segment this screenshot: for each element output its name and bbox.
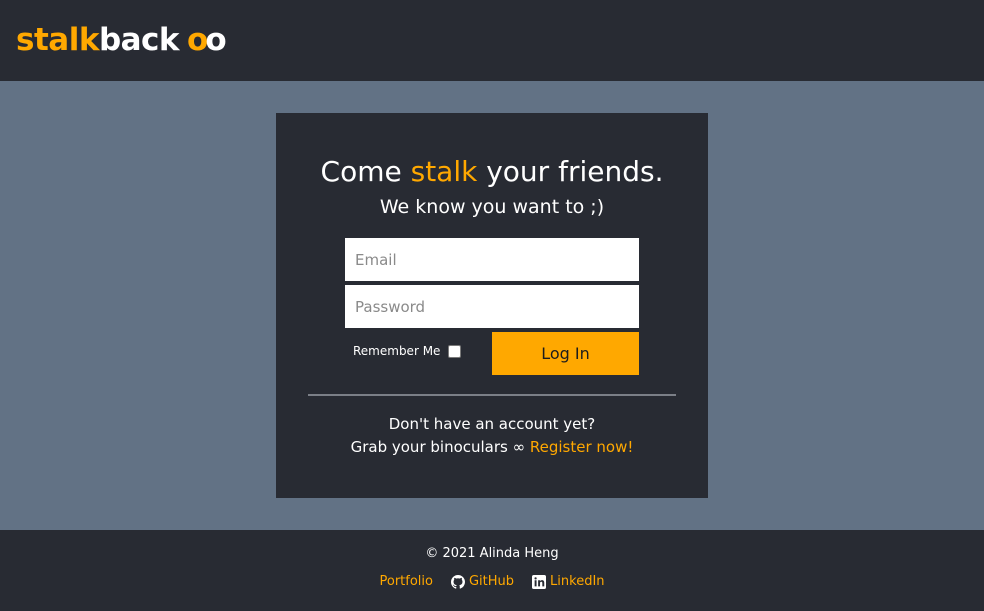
github-link[interactable]: GitHub bbox=[450, 572, 515, 592]
github-link-label: GitHub bbox=[468, 574, 515, 589]
register-link[interactable]: Register now! bbox=[530, 438, 634, 456]
linkedin-link[interactable]: LinkedIn bbox=[532, 572, 605, 592]
register-prompt-text: Grab your binoculars ∞ bbox=[350, 438, 530, 456]
page-subtitle: We know you want to ;) bbox=[379, 196, 605, 218]
logo-text-back: back bbox=[98, 22, 180, 58]
copyright-text: © 2021 Alinda Heng bbox=[425, 546, 559, 561]
remember-me-label: Remember Me bbox=[353, 344, 441, 358]
logo-mark-2: o bbox=[205, 22, 226, 58]
password-field[interactable] bbox=[345, 285, 639, 328]
remember-me-group[interactable]: Remember Me bbox=[353, 341, 462, 361]
github-icon bbox=[450, 575, 465, 589]
logo-text-stalk: stalk bbox=[16, 22, 99, 58]
portfolio-link[interactable]: Portfolio bbox=[379, 572, 432, 592]
logo-binoculars-mark: oo bbox=[187, 22, 227, 58]
page-title: Come stalk your friends. bbox=[0, 152, 984, 192]
title-suffix: your friends. bbox=[477, 155, 664, 188]
no-account-text: Don't have an account yet? bbox=[388, 415, 596, 433]
register-prompt: Grab your binoculars ∞ Register now! bbox=[0, 437, 984, 457]
remember-me-checkbox[interactable] bbox=[448, 344, 462, 358]
footer-links: Portfolio GitHub LinkedIn bbox=[0, 572, 984, 592]
logo-mark-1: o bbox=[187, 22, 208, 58]
email-field[interactable] bbox=[345, 238, 639, 281]
linkedin-icon bbox=[532, 575, 547, 589]
linkedin-link-label: LinkedIn bbox=[550, 574, 605, 589]
brand-logo[interactable]: stalkback oo bbox=[16, 20, 227, 60]
portfolio-link-label: Portfolio bbox=[379, 574, 433, 589]
login-button[interactable]: Log In bbox=[492, 332, 639, 375]
title-prefix: Come bbox=[320, 155, 411, 188]
top-navbar: stalkback oo bbox=[0, 0, 984, 81]
divider bbox=[308, 394, 676, 396]
footer bbox=[0, 530, 984, 611]
title-accent: stalk bbox=[410, 155, 478, 188]
